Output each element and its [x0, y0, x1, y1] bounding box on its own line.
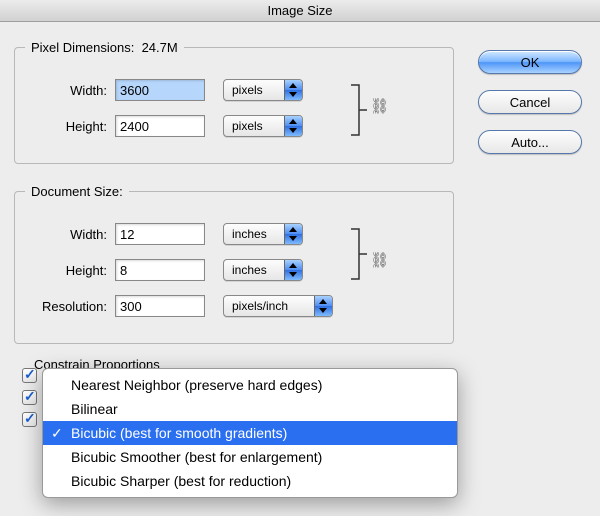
pd-height-unit-select[interactable]: pixels: [223, 115, 303, 137]
link-bracket-icon: [349, 79, 369, 141]
chain-link-icon: ⛓: [370, 251, 389, 269]
ds-height-unit-select[interactable]: inches: [223, 259, 303, 281]
ds-width-label: Width:: [25, 227, 115, 242]
stepper-icon: [284, 224, 302, 244]
ok-button[interactable]: OK: [478, 50, 582, 74]
pd-width-label: Width:: [25, 83, 115, 98]
auto-button[interactable]: Auto...: [478, 130, 582, 154]
pixel-dimensions-legend: Pixel Dimensions: 24.7M: [25, 40, 184, 55]
menu-item-bicubic[interactable]: Bicubic (best for smooth gradients): [43, 421, 457, 445]
pd-height-input[interactable]: [115, 115, 205, 137]
menu-item-bicubic-smoother[interactable]: Bicubic Smoother (best for enlargement): [43, 445, 457, 469]
ds-height-label: Height:: [25, 263, 115, 278]
pd-width-input[interactable]: [115, 79, 205, 101]
ds-height-input[interactable]: [115, 259, 205, 281]
chain-link-icon: ⛓: [370, 97, 389, 115]
ds-resolution-unit-select[interactable]: pixels/inch: [223, 295, 333, 317]
dialog-title: Image Size: [0, 0, 600, 22]
pd-width-unit-select[interactable]: pixels: [223, 79, 303, 101]
ds-resolution-label: Resolution:: [25, 299, 115, 314]
stepper-icon: [284, 116, 302, 136]
resample-method-menu[interactable]: Nearest Neighbor (preserve hard edges) B…: [42, 368, 458, 498]
resample-image-checkbox[interactable]: [22, 412, 37, 427]
ds-resolution-input[interactable]: [115, 295, 205, 317]
constrain-proportions-checkbox[interactable]: [22, 390, 37, 405]
menu-item-nearest-neighbor[interactable]: Nearest Neighbor (preserve hard edges): [43, 373, 457, 397]
link-bracket-icon: [349, 223, 369, 285]
ds-width-unit-select[interactable]: inches: [223, 223, 303, 245]
stepper-icon: [284, 80, 302, 100]
cancel-button[interactable]: Cancel: [478, 90, 582, 114]
document-size-legend: Document Size:: [25, 184, 129, 199]
document-size-group: Document Size: Width: inches Height: inc…: [14, 184, 454, 344]
pixel-dimensions-group: Pixel Dimensions: 24.7M Width: pixels He…: [14, 40, 454, 164]
pd-height-label: Height:: [25, 119, 115, 134]
menu-item-bilinear[interactable]: Bilinear: [43, 397, 457, 421]
menu-item-bicubic-sharper[interactable]: Bicubic Sharper (best for reduction): [43, 469, 457, 493]
stepper-icon: [284, 260, 302, 280]
stepper-icon: [314, 296, 332, 316]
ds-width-input[interactable]: [115, 223, 205, 245]
